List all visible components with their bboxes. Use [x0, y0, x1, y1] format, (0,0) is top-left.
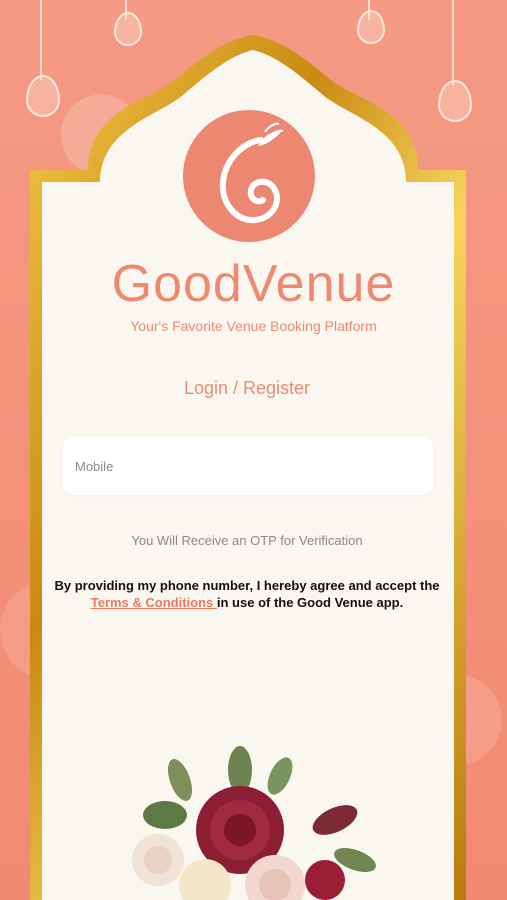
- login-register-title: Login / Register: [183, 378, 311, 398]
- brand-tagline: Your's Favorite Venue Booking Platform: [130, 318, 377, 334]
- mobile-input[interactable]: [63, 437, 433, 495]
- brand-name: GoodVenue: [111, 255, 396, 313]
- consent-prefix: By providing my phone number, I hereby a…: [54, 578, 440, 593]
- logo-badge: [183, 110, 315, 242]
- consent-suffix: in use of the Good Venue app.: [216, 595, 404, 610]
- otp-note: You Will Receive an OTP for Verification: [131, 533, 363, 548]
- consent-text: By providing my phone number, I hereby a…: [40, 577, 454, 611]
- swirl-leaf-logo-icon: [219, 122, 284, 224]
- flower-bouquet-icon: [132, 746, 376, 900]
- terms-conditions-link[interactable]: Terms & Conditions: [91, 595, 217, 610]
